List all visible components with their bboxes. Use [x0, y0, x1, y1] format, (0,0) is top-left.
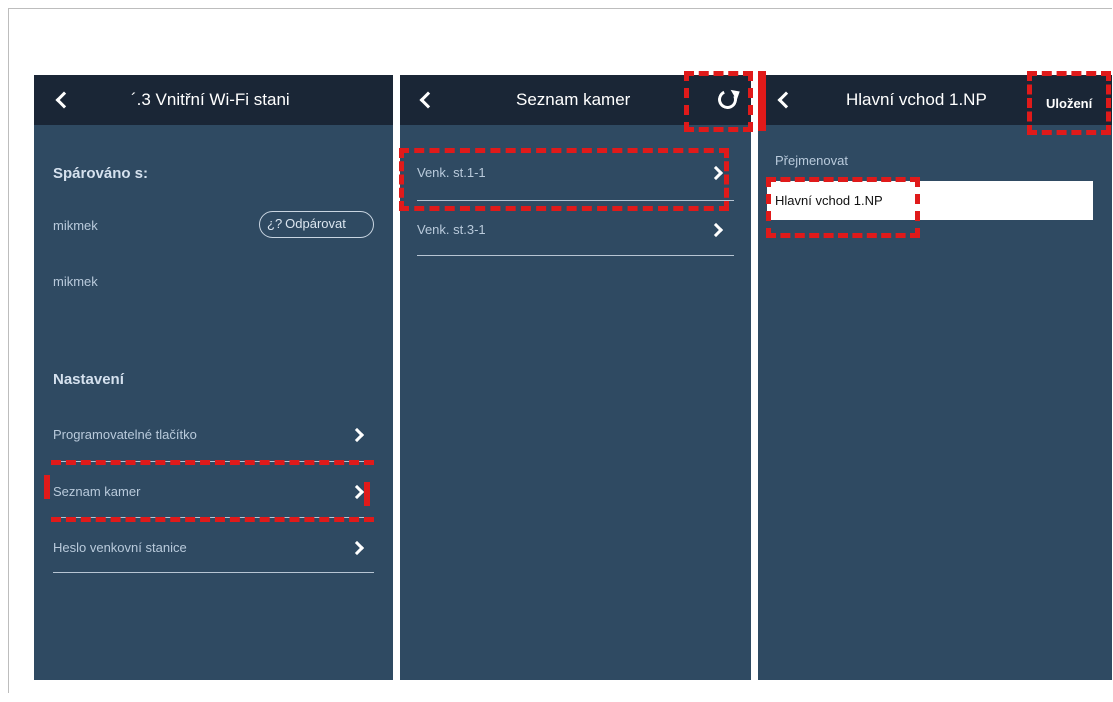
highlight-marker	[364, 482, 370, 506]
page-title: Hlavní vchod 1.NP	[846, 90, 987, 109]
paired-heading: Spárováno s:	[53, 165, 149, 182]
highlight-marker	[44, 475, 50, 499]
highlight-rename-input	[766, 177, 920, 238]
highlight-save	[1027, 71, 1111, 135]
unlink-icon: ¿?	[267, 216, 283, 231]
highlight-marker	[758, 71, 766, 131]
chevron-right-icon	[349, 540, 365, 556]
settings-heading: Nastavení	[53, 371, 124, 388]
chevron-right-icon	[349, 427, 365, 443]
paired-device-name: mikmek	[53, 218, 98, 233]
back-icon[interactable]	[419, 91, 437, 109]
settings-item-label: Programovatelné tlačítko	[53, 427, 197, 442]
divider	[53, 572, 374, 573]
back-icon[interactable]	[55, 91, 73, 109]
highlight-first-camera	[399, 148, 729, 211]
page-title: ´.3 Vnitřní Wi-Fi stani	[131, 90, 290, 109]
highlight-refresh	[684, 71, 753, 132]
wifi-station-panel: ´.3 Vnitřní Wi-Fi stani Spárováno s: mik…	[34, 75, 393, 680]
chevron-right-icon	[708, 222, 724, 238]
rename-label: Přejmenovat	[775, 153, 848, 168]
unpair-button[interactable]: ¿? Odpárovat	[259, 211, 374, 238]
panel-header: ´.3 Vnitřní Wi-Fi stani	[34, 75, 393, 125]
highlight-camera-list-row	[51, 460, 374, 522]
settings-item-label: Heslo venkovní stanice	[53, 540, 187, 555]
camera-label: Venk. st.3-1	[417, 222, 486, 237]
paired-device-name: mikmek	[53, 274, 98, 289]
divider	[417, 255, 734, 256]
unpair-label: Odpárovat	[285, 216, 346, 231]
rename-camera-panel: Hlavní vchod 1.NP Uložení Přejmenovat Hl…	[758, 75, 1112, 680]
page-title: Seznam kamer	[516, 90, 631, 109]
back-icon[interactable]	[777, 91, 795, 109]
